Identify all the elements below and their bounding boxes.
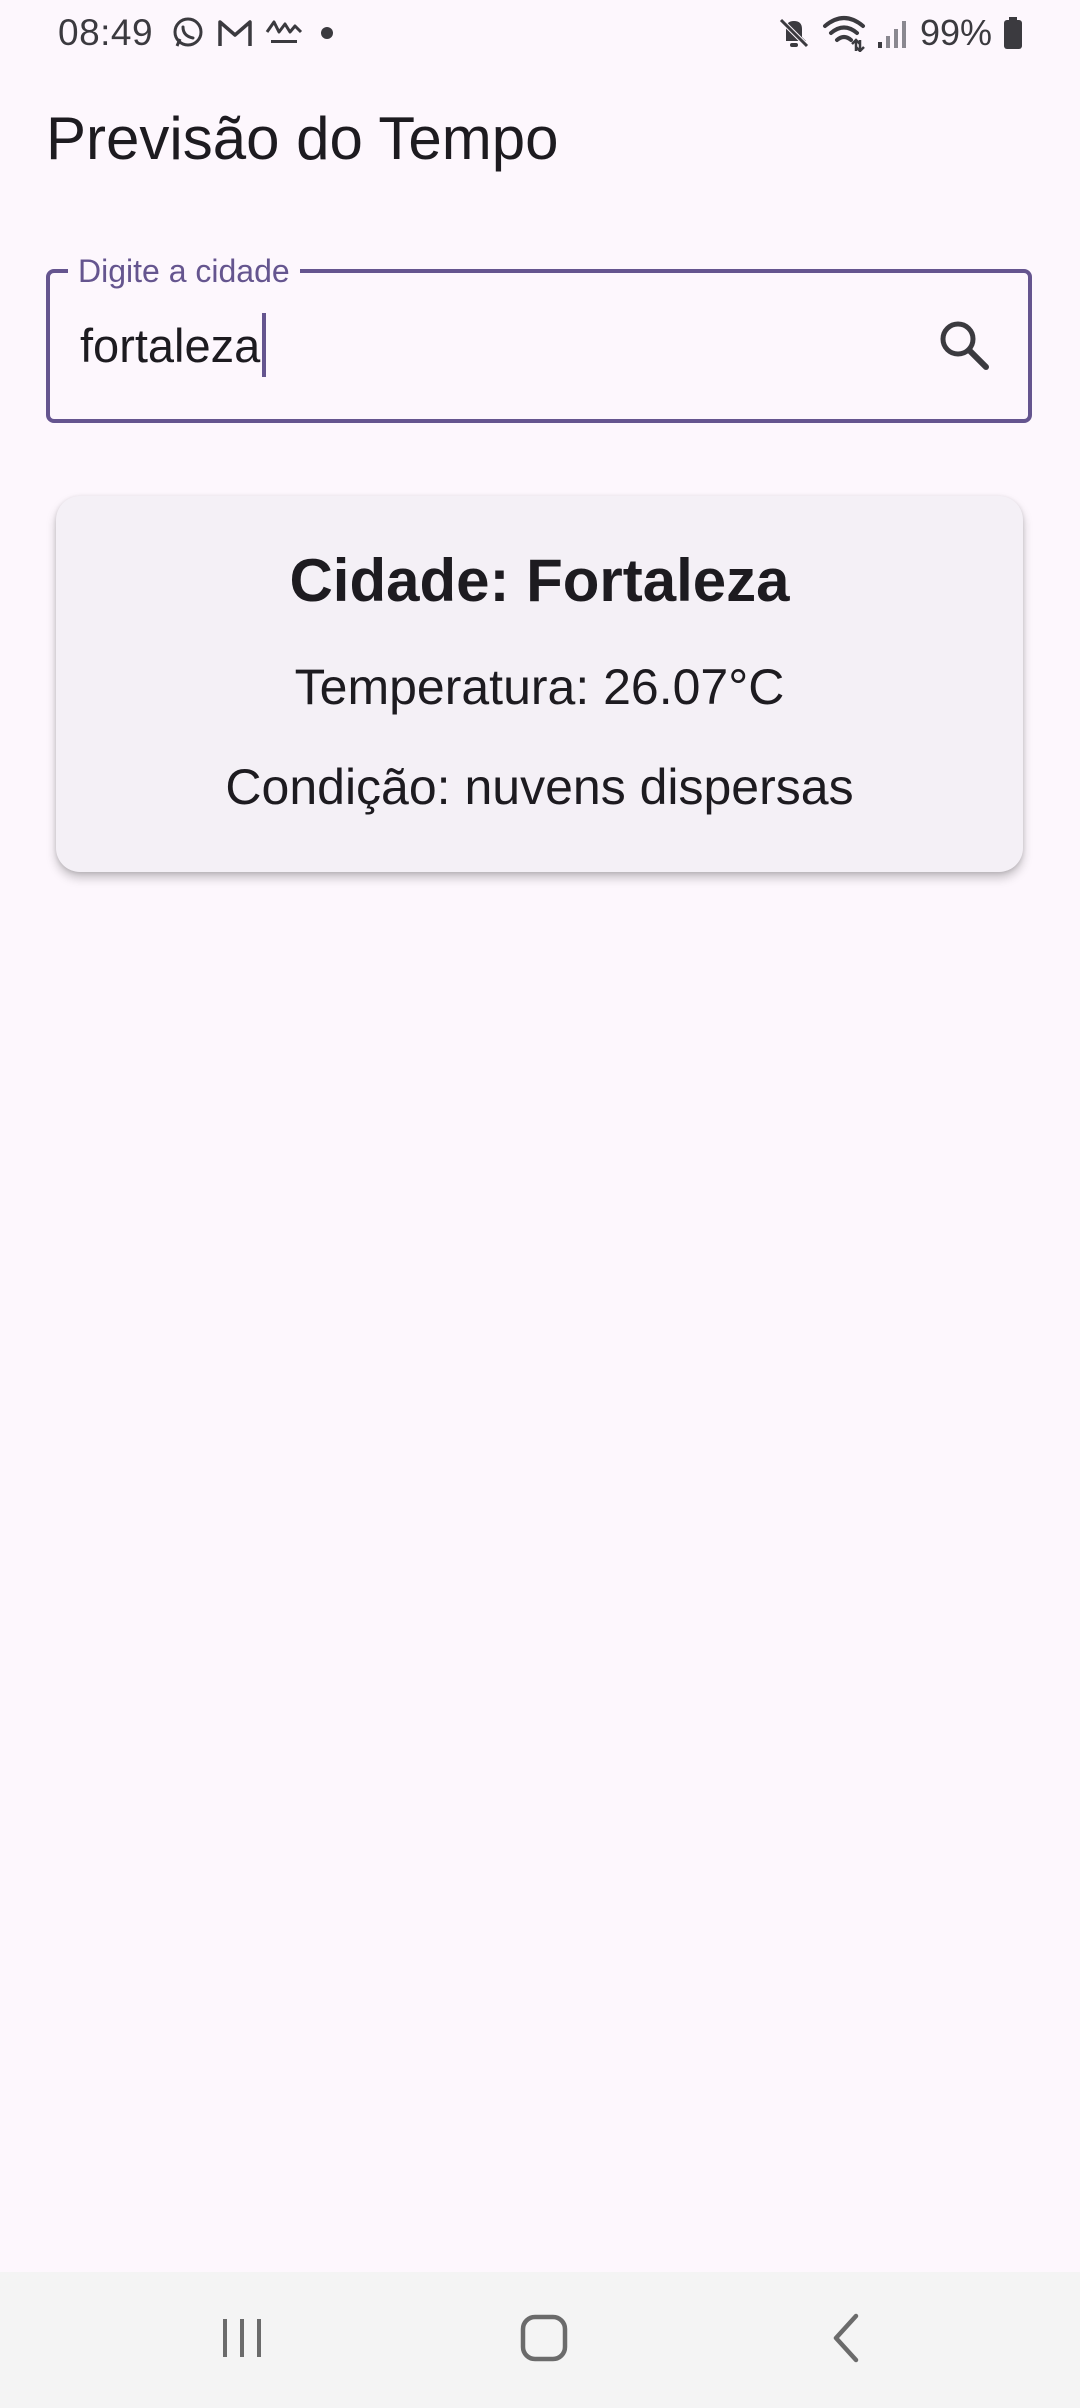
status-left: 08:49 (58, 8, 339, 58)
back-icon (826, 2312, 866, 2369)
mute-icon (776, 15, 812, 51)
app-icon (265, 16, 303, 50)
status-right: 99% (776, 8, 1024, 58)
search-field-label: Digite a cidade (68, 252, 300, 290)
home-button[interactable] (484, 2300, 604, 2380)
navigation-bar (0, 2272, 1080, 2408)
weather-condition: Condição: nuvens dispersas (225, 759, 854, 815)
weather-city: Cidade: Fortaleza (289, 547, 790, 614)
gmail-icon (217, 18, 253, 48)
battery-percentage: 99% (919, 12, 992, 53)
city-input-value: fortaleza (80, 318, 261, 372)
back-button[interactable] (786, 2300, 906, 2380)
dot-icon (315, 21, 339, 45)
wifi-icon (822, 14, 866, 52)
home-icon (518, 2312, 570, 2369)
search-button[interactable] (928, 311, 1000, 383)
text-cursor (262, 313, 267, 377)
status-time: 08:49 (58, 12, 154, 53)
weather-temperature: Temperatura: 26.07°C (294, 659, 785, 715)
city-search-field[interactable]: Digite a cidade fortaleza (46, 252, 1032, 423)
search-icon (936, 317, 992, 378)
battery-icon (1002, 16, 1024, 50)
signal-icon (876, 16, 910, 50)
whatsapp-icon (171, 16, 205, 50)
weather-card: Cidade: Fortaleza Temperatura: 26.07°C C… (56, 496, 1023, 872)
recents-button[interactable] (182, 2300, 302, 2380)
status-bar: 08:49 99% (0, 0, 1080, 66)
page-title: Previsão do Tempo (46, 105, 559, 172)
recents-icon (217, 2315, 267, 2366)
city-input[interactable]: fortaleza (80, 309, 900, 381)
